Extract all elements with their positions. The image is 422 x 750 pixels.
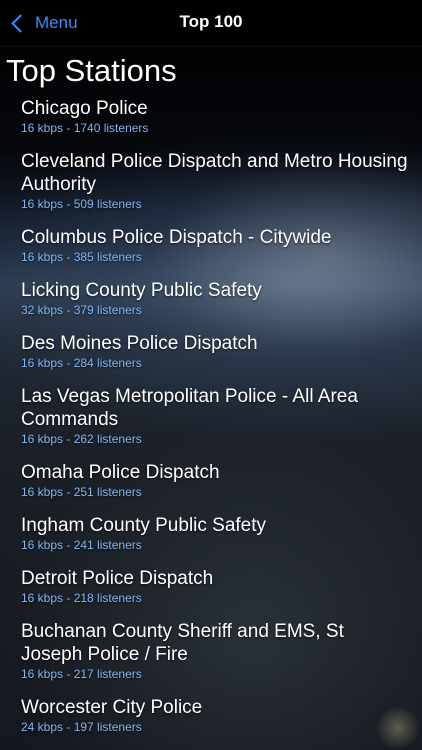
list-item[interactable]: Cleveland Police Dispatch and Metro Hous… [0, 150, 422, 211]
station-name: Las Vegas Metropolitan Police - All Area… [21, 386, 358, 430]
station-meta: 16 kbps - 217 listeners [21, 667, 142, 681]
nav-title: Top 100 [179, 12, 243, 31]
list-item[interactable]: Licking County Public Safety 32 kbps - 3… [0, 279, 422, 317]
station-meta: 16 kbps - 1740 listeners [21, 121, 149, 135]
station-meta: 16 kbps - 241 listeners [21, 538, 142, 552]
station-name: Licking County Public Safety [21, 280, 262, 301]
station-name: Omaha Police Dispatch [21, 462, 220, 483]
station-name: Cleveland Police Dispatch and Metro Hous… [21, 151, 408, 195]
station-name: Chicago Police [21, 98, 148, 119]
station-name: Des Moines Police Dispatch [21, 333, 258, 354]
station-meta: 16 kbps - 509 listeners [21, 197, 142, 211]
list-item[interactable]: Detroit Police Dispatch 16 kbps - 218 li… [0, 567, 422, 605]
station-name: Detroit Police Dispatch [21, 568, 214, 589]
station-meta: 32 kbps - 379 listeners [21, 303, 142, 317]
station-meta: 24 kbps - 197 listeners [21, 720, 142, 734]
station-list: Chicago Police 16 kbps - 1740 listeners … [0, 97, 422, 734]
station-name: Buchanan County Sheriff and EMS, St Jose… [21, 621, 344, 665]
list-item[interactable]: Las Vegas Metropolitan Police - All Area… [0, 385, 422, 446]
station-name: Ingham County Public Safety [21, 515, 267, 536]
list-item[interactable]: Des Moines Police Dispatch 16 kbps - 284… [0, 332, 422, 370]
list-item[interactable]: Columbus Police Dispatch - Citywide 16 k… [0, 226, 422, 264]
station-name: Worcester City Police [21, 697, 203, 718]
navigation-bar: Menu Top 100 [0, 0, 422, 47]
station-meta: 16 kbps - 262 listeners [21, 432, 142, 446]
list-item[interactable]: Chicago Police 16 kbps - 1740 listeners [0, 97, 422, 135]
station-meta: 16 kbps - 385 listeners [21, 250, 142, 264]
station-meta: 16 kbps - 251 listeners [21, 485, 142, 499]
list-item[interactable]: Ingham County Public Safety 16 kbps - 24… [0, 514, 422, 552]
list-item[interactable]: Omaha Police Dispatch 16 kbps - 251 list… [0, 461, 422, 499]
station-meta: 16 kbps - 218 listeners [21, 591, 142, 605]
station-name: Columbus Police Dispatch - Citywide [21, 227, 332, 248]
screen: Menu Top 100 Top Stations Chicago Police… [0, 0, 422, 750]
list-item[interactable]: Worcester City Police 24 kbps - 197 list… [0, 696, 422, 734]
station-meta: 16 kbps - 284 listeners [21, 356, 142, 370]
list-item[interactable]: Buchanan County Sheriff and EMS, St Jose… [0, 620, 422, 681]
page-title: Top Stations [6, 53, 177, 88]
